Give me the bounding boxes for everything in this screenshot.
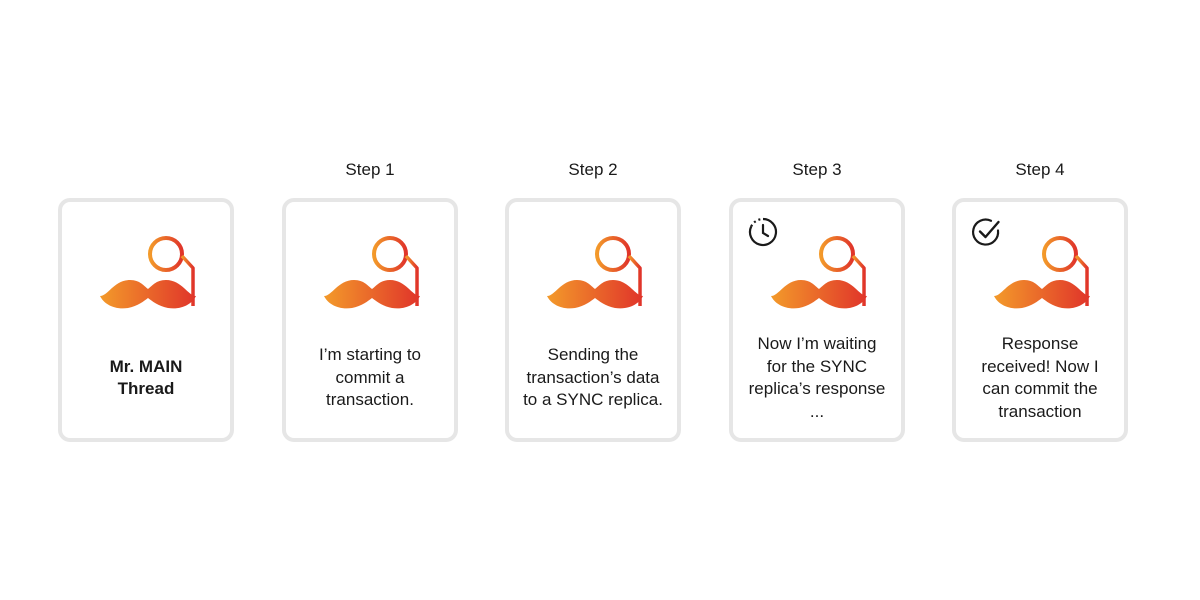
- step-card: Sending the transaction’s data to a SYNC r…: [505, 198, 681, 442]
- step-card: Response received! Now Ican commit the tra…: [952, 198, 1128, 442]
- timer-icon: [748, 217, 778, 247]
- card-caption: I’m starting to commit a transaction.: [318, 345, 422, 410]
- main-thread-card: Mr. MAIN Thread: [58, 198, 234, 442]
- card-caption: Sending the transaction’s data to a SYNC r…: [523, 345, 663, 410]
- step-label: Step 3: [792, 160, 842, 179]
- step-label: Step 2: [568, 160, 618, 179]
- mustache-monocle-icon: [324, 236, 420, 309]
- checkmark-icon: [972, 218, 1000, 246]
- mustache-monocle-icon: [994, 236, 1090, 309]
- step-label: Step 1: [345, 160, 395, 179]
- step-card: I’m starting to commit a transaction.: [282, 198, 458, 442]
- step-label: Step 4: [1015, 160, 1065, 179]
- card-caption: Mr. MAIN Thread: [109, 356, 183, 399]
- mustache-monocle-icon: [547, 236, 643, 309]
- card-caption: Now I’m waiting for the SYNC replica’s res…: [748, 334, 886, 421]
- mustache-monocle-icon: [771, 236, 867, 309]
- card-caption: Response received! Now Ican commit the tra…: [981, 334, 1099, 421]
- step-card: Now I’m waiting for the SYNC replica’s res…: [729, 198, 905, 442]
- mustache-monocle-icon: [100, 236, 196, 309]
